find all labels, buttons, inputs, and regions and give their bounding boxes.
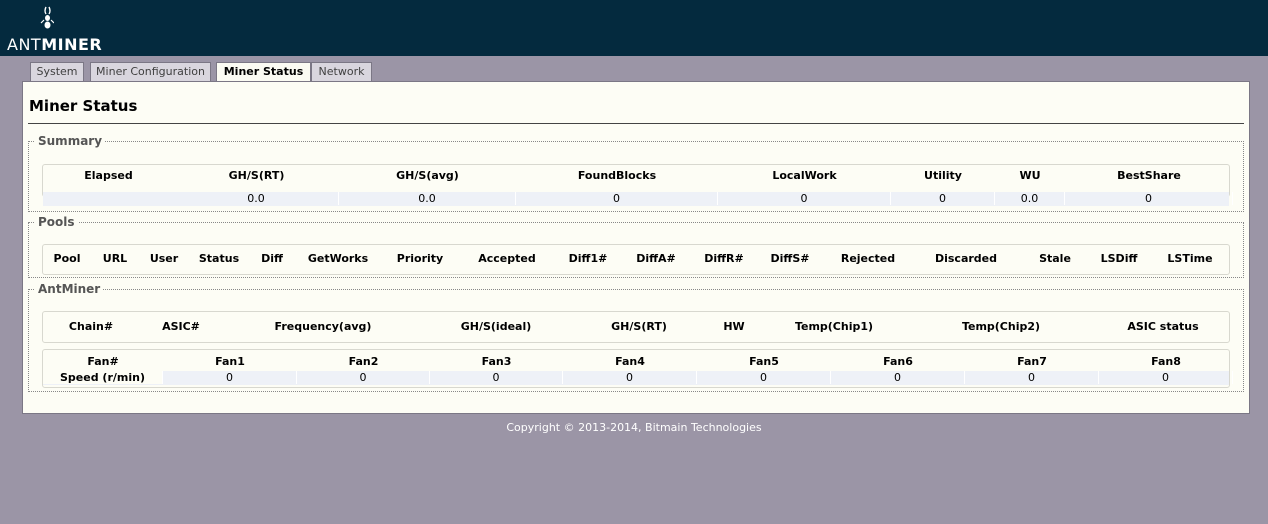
fan-table: Fan# Fan1 Fan2 Fan3 Fan4 Fan5 Fan6 Fan7 … <box>42 349 1233 388</box>
pools-header-diffs: DiffS# <box>770 252 810 265</box>
pools-header-row: Pool URL User Status Diff GetWorks Prior… <box>43 252 1229 266</box>
chain-header-row: Chain# ASIC# Frequency(avg) GH/S(ideal) … <box>43 320 1229 334</box>
fan2-speed: 0 <box>297 371 430 384</box>
chain-header-chain: Chain# <box>68 320 114 333</box>
brand-suffix: MINER <box>41 35 103 54</box>
tab-network[interactable]: Network <box>311 62 372 81</box>
summary-value-wu: 0.0 <box>995 192 1065 205</box>
summary-value-ghs-rt: 0.0 <box>174 192 339 205</box>
summary-value-bestshare: 0 <box>1065 192 1233 205</box>
summary-value-utility: 0 <box>891 192 995 205</box>
summary-value-localwork: 0 <box>718 192 891 205</box>
pools-legend: Pools <box>38 215 75 229</box>
fan4-speed: 0 <box>563 371 697 384</box>
summary-header-elapsed: Elapsed <box>84 169 133 182</box>
summary-table: Elapsed GH/S(RT) GH/S(avg) FoundBlocks L… <box>42 164 1233 206</box>
title-divider <box>28 123 1244 124</box>
pools-header-getworks: GetWorks <box>307 252 369 265</box>
summary-legend: Summary <box>38 134 103 148</box>
summary-header-row: Elapsed GH/S(RT) GH/S(avg) FoundBlocks L… <box>43 169 1229 183</box>
chain-header-asic: ASIC# <box>162 320 200 333</box>
pools-header-user: User <box>149 252 179 265</box>
chain-header-temp-chip2: Temp(Chip2) <box>961 320 1041 333</box>
brand-wordmark: ANTMINER <box>7 35 102 54</box>
fan6-speed: 0 <box>831 371 965 384</box>
fan-speed-label: Speed (r/min) <box>43 371 163 384</box>
chain-header-ghs-rt: GH/S(RT) <box>611 320 667 333</box>
fan8-speed: 0 <box>1099 371 1233 384</box>
tab-system[interactable]: System <box>30 62 84 81</box>
fan-header-label: Fan# <box>87 355 119 368</box>
top-header: ANTMINER <box>0 0 1268 56</box>
pools-header-discarded: Discarded <box>934 252 998 265</box>
antminer-section: AntMiner Chain# ASIC# Frequency(avg) GH/… <box>28 282 1244 392</box>
tab-miner-status[interactable]: Miner Status <box>216 62 311 82</box>
copyright-footer: Copyright © 2013-2014, Bitmain Technolog… <box>506 421 762 434</box>
chain-header-hw: HW <box>723 320 745 333</box>
antminer-legend: AntMiner <box>38 282 101 296</box>
fan5-speed: 0 <box>697 371 831 384</box>
summary-header-ghs-rt: GH/S(RT) <box>228 169 285 182</box>
pools-header-lsdiff: LSDiff <box>1100 252 1138 265</box>
chain-table: Chain# ASIC# Frequency(avg) GH/S(ideal) … <box>42 311 1230 343</box>
pools-header-status: Status <box>198 252 240 265</box>
summary-header-bestshare: BestShare <box>1117 169 1181 182</box>
page-title: Miner Status <box>29 97 138 115</box>
tab-miner-configuration[interactable]: Miner Configuration <box>90 62 211 81</box>
fan7-speed: 0 <box>965 371 1099 384</box>
fan-header-fan4: Fan4 <box>615 355 645 368</box>
pools-section: Pools Pool URL User Status Diff GetWorks… <box>28 215 1244 278</box>
summary-header-utility: Utility <box>924 169 962 182</box>
summary-header-localwork: LocalWork <box>772 169 837 182</box>
fan-header-fan2: Fan2 <box>348 355 379 368</box>
pools-header-rejected: Rejected <box>840 252 896 265</box>
fan-speed-row: Speed (r/min) 0 0 0 0 0 0 0 0 <box>43 371 1233 385</box>
fan-header-fan1: Fan1 <box>215 355 245 368</box>
pools-header-diff: Diff <box>261 252 283 265</box>
chain-header-ghs-ideal: GH/S(ideal) <box>460 320 532 333</box>
summary-header-foundblocks: FoundBlocks <box>577 169 657 182</box>
pools-header-lstime: LSTime <box>1167 252 1213 265</box>
summary-header-ghs-avg: GH/S(avg) <box>396 169 459 182</box>
pools-header-diff1: Diff1# <box>568 252 608 265</box>
pools-header-diffr: DiffR# <box>704 252 744 265</box>
fan-header-fan5: Fan5 <box>749 355 779 368</box>
brand-prefix: ANT <box>7 35 42 54</box>
chain-header-frequency: Frequency(avg) <box>274 320 372 333</box>
ant-logo-icon <box>40 6 54 29</box>
summary-value-ghs-avg: 0.0 <box>339 192 516 205</box>
fan-header-fan6: Fan6 <box>883 355 913 368</box>
pools-header-priority: Priority <box>396 252 444 265</box>
summary-header-wu: WU <box>1019 169 1041 182</box>
pools-table: Pool URL User Status Diff GetWorks Prior… <box>42 244 1230 275</box>
fan-header-fan8: Fan8 <box>1151 355 1181 368</box>
pools-header-pool: Pool <box>53 252 81 265</box>
summary-value-foundblocks: 0 <box>516 192 718 205</box>
pools-header-diffa: DiffA# <box>636 252 676 265</box>
pools-header-stale: Stale <box>1039 252 1071 265</box>
fan1-speed: 0 <box>163 371 297 384</box>
fan-header-row: Fan# Fan1 Fan2 Fan3 Fan4 Fan5 Fan6 Fan7 … <box>43 355 1229 369</box>
chain-header-temp-chip1: Temp(Chip1) <box>794 320 874 333</box>
fan3-speed: 0 <box>430 371 563 384</box>
fan-header-fan7: Fan7 <box>1017 355 1047 368</box>
pools-header-accepted: Accepted <box>478 252 536 265</box>
pools-header-url: URL <box>102 252 128 265</box>
summary-value-row: 0.0 0.0 0 0 0 0.0 0 <box>43 192 1233 206</box>
fan-header-fan3: Fan3 <box>481 355 512 368</box>
antminer-logo[interactable]: ANTMINER <box>4 4 102 54</box>
summary-section: Summary Elapsed GH/S(RT) GH/S(avg) Found… <box>28 134 1244 212</box>
chain-header-asic-status: ASIC status <box>1127 320 1199 333</box>
main-panel: Miner Status Summary Elapsed GH/S(RT) GH… <box>22 81 1250 414</box>
